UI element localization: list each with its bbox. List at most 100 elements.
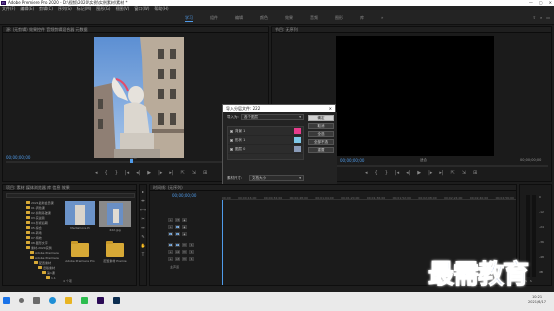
play-icon[interactable]: ▶ <box>147 170 151 176</box>
source-monitor-header[interactable]: 源: (无剪辑) 效果控件 音频剪辑混合器 元数据 <box>3 27 268 33</box>
source-patch-v1[interactable]: V1 <box>168 232 173 236</box>
track-label-v2[interactable]: V2 <box>175 225 180 229</box>
quick-export-icon[interactable]: ⇪ <box>533 15 536 20</box>
go-to-out-icon[interactable]: ▸| <box>439 170 443 176</box>
go-to-in-icon[interactable]: |◂ <box>395 170 399 176</box>
select-none-button[interactable]: 全部不选 <box>308 139 334 145</box>
solo-icon[interactable]: S <box>189 243 194 247</box>
workspace-tab-libraries[interactable]: 库 <box>360 15 364 22</box>
bin-item[interactable]: 1.1 <box>6 275 61 280</box>
source-timecode-left[interactable]: 00;00;00;00 <box>6 155 30 160</box>
layer-checkbox[interactable] <box>230 147 233 151</box>
insert-icon[interactable]: ⇱ <box>181 170 185 176</box>
track-lock-icon[interactable]: ⌂ <box>168 225 173 229</box>
hand-tool-icon[interactable]: ✋ <box>141 243 146 248</box>
layer-row[interactable]: 形状 1 <box>228 136 303 145</box>
system-clock[interactable]: 10:21 2021/6/17 <box>528 295 546 305</box>
mark-in-icon[interactable]: { <box>375 170 378 176</box>
workspace-tab-assembly[interactable]: 组件 <box>210 15 218 22</box>
project-clip-item[interactable]: MediaCore.Pi <box>63 201 97 230</box>
search-icon[interactable] <box>19 298 24 303</box>
timeline-timecode[interactable]: 00;00;00;00 <box>172 193 196 198</box>
track-label-a2[interactable]: A2 <box>175 250 180 254</box>
notifications-icon[interactable]: ▭ <box>546 15 550 20</box>
overwrite-icon[interactable]: ⇲ <box>192 170 196 176</box>
play-icon[interactable]: ▶ <box>417 170 421 176</box>
ripple-edit-tool-icon[interactable]: ⟷ <box>140 207 146 212</box>
go-to-out-icon[interactable]: ▸| <box>169 170 173 176</box>
track-visibility-icon[interactable]: ◉ <box>182 225 187 229</box>
track-label-v1[interactable]: V1 <box>175 232 180 236</box>
timeline-playhead[interactable] <box>222 200 223 285</box>
program-monitor-header[interactable]: 节目: 无序列 <box>272 27 551 33</box>
program-fit-dropdown[interactable]: 适合 <box>420 158 427 163</box>
mute-icon[interactable]: M <box>182 250 187 254</box>
footage-dimensions-dropdown[interactable]: 文档大小 ▾ <box>249 175 304 181</box>
step-forward-icon[interactable]: |▸ <box>428 170 432 176</box>
razor-tool-icon[interactable]: ✂ <box>141 216 144 221</box>
step-forward-icon[interactable]: |▸ <box>158 170 162 176</box>
layer-row[interactable]: 背景 1 <box>228 127 303 136</box>
track-label-v3[interactable]: V3 <box>175 218 180 222</box>
step-back-icon[interactable]: ◂| <box>406 170 410 176</box>
project-panel-header[interactable]: 项目: 素材 媒体浏览器 库 信息 效果 <box>3 185 136 191</box>
windows-start-icon[interactable] <box>3 297 10 304</box>
source-playhead[interactable] <box>130 159 133 163</box>
edge-icon[interactable] <box>49 297 56 304</box>
solo-icon[interactable]: S <box>189 250 194 254</box>
type-tool-icon[interactable]: T <box>142 252 144 257</box>
track-lock-icon[interactable]: ⌂ <box>168 218 173 222</box>
project-search-input[interactable] <box>6 193 135 198</box>
project-clip-item-selected[interactable]: 222.jpg <box>98 201 132 232</box>
dialog-close-icon[interactable]: ✕ <box>329 105 332 112</box>
extract-icon[interactable]: ⇲ <box>462 170 466 176</box>
export-frame-icon[interactable]: ⊞ <box>203 170 207 176</box>
workspace-tab-effects[interactable]: 效果 <box>285 15 293 22</box>
wechat-icon[interactable] <box>81 297 88 304</box>
ok-button[interactable]: 确定 <box>308 115 334 121</box>
add-marker-icon[interactable]: ◂ <box>365 170 368 176</box>
track-lock-icon[interactable]: ⌂ <box>168 257 173 261</box>
mute-icon[interactable]: M <box>182 243 187 247</box>
track-label-a1[interactable]: A1 <box>175 243 180 247</box>
track-lock-icon[interactable]: ⌂ <box>168 250 173 254</box>
project-bin-item[interactable]: 配置素材 Premie <box>98 241 132 263</box>
workspace-tab-color[interactable]: 颜色 <box>260 15 268 22</box>
workspace-tab-audio[interactable]: 音频 <box>310 15 318 22</box>
layer-row[interactable]: 图层 0 <box>228 145 303 154</box>
go-to-in-icon[interactable]: |◂ <box>125 170 129 176</box>
search-icon[interactable]: ⌕ <box>540 15 542 20</box>
add-marker-icon[interactable]: ◂ <box>95 170 98 176</box>
export-frame-icon[interactable]: ⊞ <box>473 170 477 176</box>
layer-checkbox[interactable] <box>230 129 233 133</box>
program-timecode-left[interactable]: 00;00;00;00 <box>340 158 364 163</box>
timeline-header[interactable]: 时间线: (无序列) <box>150 185 516 191</box>
track-label-a3[interactable]: A3 <box>175 257 180 261</box>
timeline-ruler[interactable]: 00;00 00;00;16;00 00;00;32;00 00;00;48;00 00… <box>222 196 516 200</box>
select-all-button[interactable]: 全选 <box>308 131 334 137</box>
explorer-icon[interactable] <box>65 297 72 304</box>
pen-tool-icon[interactable]: ✎ <box>141 234 144 239</box>
workspace-tab-editing[interactable]: 编辑 <box>235 15 243 22</box>
mute-icon[interactable]: M <box>182 257 187 261</box>
task-view-icon[interactable] <box>33 297 40 304</box>
mark-in-icon[interactable]: { <box>105 170 108 176</box>
track-visibility-icon[interactable]: ◉ <box>182 218 187 222</box>
workspace-tab-learn[interactable]: 学习 <box>185 15 193 22</box>
premiere-icon[interactable] <box>97 297 104 304</box>
source-patch-a1[interactable]: A1 <box>168 243 173 247</box>
reset-button[interactable]: 重置 <box>308 147 334 153</box>
workspace-tab-graphics[interactable]: 图形 <box>335 15 343 22</box>
mark-out-icon[interactable]: } <box>115 170 118 176</box>
workspace-more-button[interactable]: » <box>381 15 383 22</box>
solo-icon[interactable]: S <box>189 257 194 261</box>
lift-icon[interactable]: ⇱ <box>451 170 455 176</box>
import-as-dropdown[interactable]: 各个图层 ▾ <box>241 114 304 120</box>
layer-checkbox[interactable] <box>230 138 233 142</box>
project-bin-item[interactable]: Adobe Premiere Pro <box>63 241 97 263</box>
selection-tool-icon[interactable]: ▸ <box>142 189 144 194</box>
photoshop-icon[interactable] <box>113 297 120 304</box>
track-select-tool-icon[interactable]: ⇹ <box>141 198 144 203</box>
track-visibility-icon[interactable]: ◉ <box>182 232 187 236</box>
cancel-button[interactable]: 取消 <box>308 123 334 129</box>
